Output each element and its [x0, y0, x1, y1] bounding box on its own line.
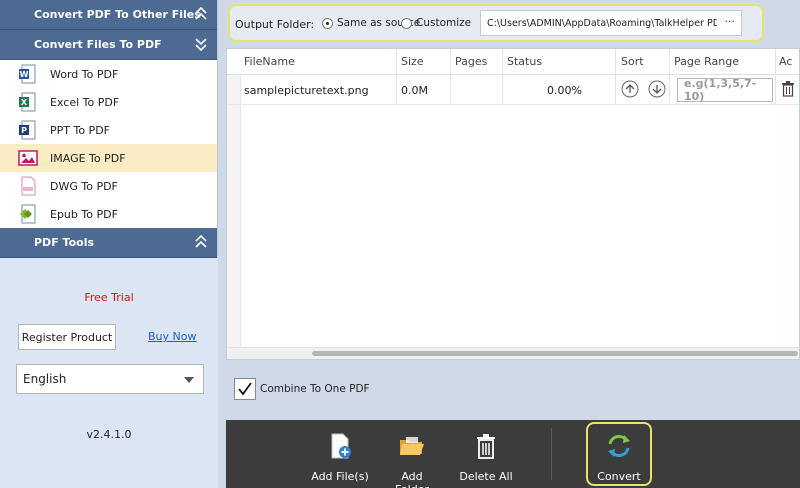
folder-icon — [400, 437, 424, 455]
epub-icon — [20, 204, 36, 224]
sidebar: Convert PDF To Other Files Convert Files… — [0, 0, 218, 488]
column-header-page-range[interactable]: Page Range — [674, 55, 739, 68]
add-folder-button[interactable]: Add Folder — [384, 432, 440, 488]
buy-now-link[interactable]: Buy Now — [148, 330, 196, 343]
combine-option[interactable]: Combine To One PDF — [234, 378, 370, 400]
column-header-action[interactable]: Ac — [779, 55, 792, 68]
sidebar-item-label: Word To PDF — [50, 67, 119, 81]
sidebar-item-label: PPT To PDF — [50, 123, 110, 137]
browse-button[interactable]: ··· — [725, 15, 736, 28]
cell-filename: samplepicturetext.png — [244, 84, 369, 97]
register-product-button[interactable]: Register Product — [18, 324, 116, 350]
radio-customize[interactable]: Customize — [401, 17, 471, 29]
output-path-field[interactable]: C:\Users\ADMIN\AppData\Roaming\TalkHelpe… — [480, 10, 742, 36]
sidebar-item-image-to-pdf[interactable]: IMAGE To PDF — [0, 144, 217, 172]
svg-text:X: X — [21, 98, 28, 107]
table-row[interactable]: samplepicturetext.png 0.0M 0.00% e.g(1,3… — [227, 75, 799, 105]
chevron-up-icon — [195, 7, 207, 20]
image-icon — [18, 150, 38, 166]
output-folder-label: Output Folder: — [235, 18, 315, 31]
sidebar-item-epub-to-pdf[interactable]: Epub To PDF — [0, 200, 217, 228]
move-down-icon[interactable] — [648, 80, 666, 98]
sidebar-item-excel-to-pdf[interactable]: X Excel To PDF — [0, 88, 217, 116]
sidebar-item-label: DWG To PDF — [50, 179, 118, 193]
add-file-icon — [331, 433, 351, 459]
excel-icon: X — [19, 92, 36, 112]
sidebar-item-dwg-to-pdf[interactable]: DWG To PDF — [0, 172, 217, 200]
sidebar-item-label: Excel To PDF — [50, 95, 120, 109]
add-files-label: Add File(s) — [311, 470, 369, 483]
section-title: Convert Files To PDF — [34, 38, 162, 51]
sidebar-item-label: IMAGE To PDF — [50, 151, 126, 165]
word-icon: W — [19, 64, 36, 84]
language-select[interactable]: English — [16, 364, 204, 394]
section-title: Convert PDF To Other Files — [34, 8, 201, 21]
dropdown-arrow-icon — [184, 377, 194, 383]
convert-list: W Word To PDF X Excel To PDF P PPT To PD… — [0, 60, 217, 228]
column-header-sort[interactable]: Sort — [621, 55, 644, 68]
convert-label: Convert — [597, 470, 641, 483]
bottom-toolbar: Add File(s) Add Folder Delete All Conver… — [226, 420, 800, 488]
chevron-down-icon — [195, 38, 207, 51]
toolbar-separator — [551, 428, 552, 480]
radio-label: Customize — [416, 17, 472, 29]
page-range-input[interactable]: e.g(1,3,5,7-10) — [677, 77, 773, 103]
add-files-button[interactable]: Add File(s) — [310, 432, 370, 483]
section-convert-pdf-to-other[interactable]: Convert PDF To Other Files — [0, 0, 217, 30]
file-table: FileName Size Pages Status Sort Page Ran… — [226, 48, 800, 360]
combine-label: Combine To One PDF — [260, 383, 370, 395]
sidebar-item-label: Epub To PDF — [50, 207, 118, 221]
column-header-status[interactable]: Status — [507, 55, 542, 68]
sidebar-item-word-to-pdf[interactable]: W Word To PDF — [0, 60, 217, 88]
main-panel: Output Folder: Same as source Customize … — [218, 0, 800, 488]
delete-all-label: Delete All — [459, 470, 513, 483]
chevron-up-icon — [195, 235, 207, 248]
page-range-placeholder: e.g(1,3,5,7-10) — [684, 77, 757, 103]
svg-text:W: W — [20, 70, 29, 79]
table-header: FileName Size Pages Status Sort Page Ran… — [227, 49, 799, 75]
svg-text:P: P — [21, 126, 27, 135]
column-header-size[interactable]: Size — [401, 55, 424, 68]
trash-icon — [477, 434, 495, 459]
trash-icon[interactable] — [781, 81, 795, 97]
section-convert-files-to-pdf[interactable]: Convert Files To PDF — [0, 30, 217, 60]
convert-button[interactable]: Convert — [591, 432, 647, 483]
delete-all-button[interactable]: Delete All — [458, 432, 514, 483]
scrollbar-thumb[interactable] — [312, 351, 798, 356]
radio-dot-selected — [322, 17, 333, 29]
sidebar-item-ppt-to-pdf[interactable]: P PPT To PDF — [0, 116, 217, 144]
horizontal-scrollbar[interactable] — [227, 347, 799, 359]
cell-size: 0.0M — [401, 84, 428, 97]
refresh-icon — [608, 435, 630, 457]
output-folder-bar: Output Folder: Same as source Customize … — [228, 4, 764, 42]
checkmark-icon — [238, 382, 252, 396]
add-folder-label: Add Folder — [395, 470, 429, 488]
cell-status: 0.00% — [547, 84, 582, 97]
output-path-text: C:\Users\ADMIN\AppData\Roaming\TalkHelpe… — [487, 17, 717, 29]
radio-dot — [401, 17, 412, 29]
ppt-icon: P — [19, 120, 36, 140]
section-pdf-tools[interactable]: PDF Tools — [0, 228, 217, 258]
free-trial-label: Free Trial — [84, 291, 134, 304]
dwg-icon — [21, 176, 36, 196]
sidebar-lower: Free Trial Register Product Buy Now Engl… — [0, 258, 218, 488]
column-header-pages[interactable]: Pages — [455, 55, 487, 68]
move-up-icon[interactable] — [621, 80, 639, 98]
column-header-filename[interactable]: FileName — [244, 55, 295, 68]
language-value: English — [23, 372, 67, 386]
version-label: v2.4.1.0 — [86, 428, 132, 441]
section-title: PDF Tools — [34, 236, 95, 249]
combine-checkbox[interactable] — [234, 378, 256, 400]
